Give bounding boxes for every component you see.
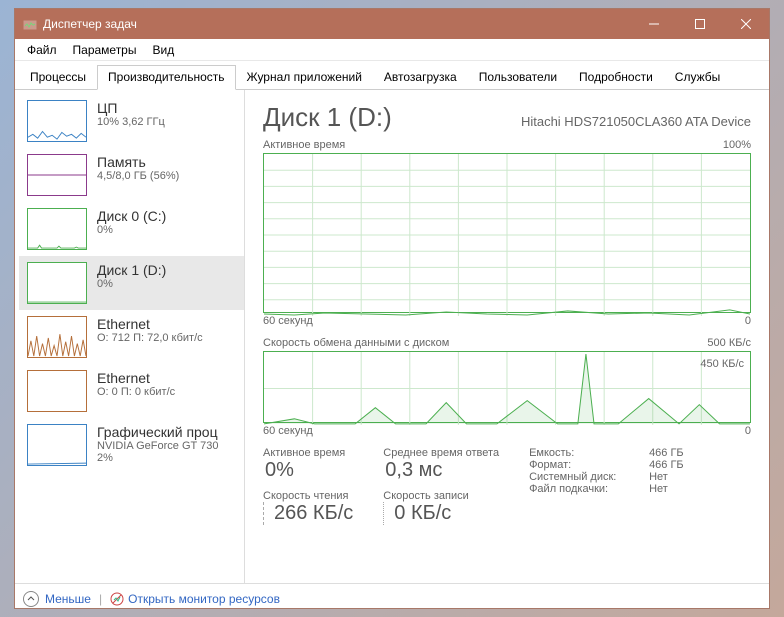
window-controls — [631, 9, 769, 39]
sidebar-item-label: Память — [97, 154, 179, 170]
app-icon — [23, 17, 37, 31]
transfer-rate-graph[interactable]: 450 КБ/с — [263, 351, 751, 423]
sidebar-item-label: Ethernet — [97, 370, 175, 386]
close-button[interactable] — [723, 9, 769, 39]
active-time-value: 0% — [263, 459, 353, 482]
performance-sidebar: ЦП 10% 3,62 ГГц Память 4,5/8,0 ГБ (56%) — [15, 90, 245, 583]
fewer-details-link[interactable]: Меньше — [45, 592, 91, 606]
write-speed-value: 0 КБ/с — [392, 502, 499, 525]
sidebar-item-sub: 0% — [97, 224, 166, 236]
sidebar-item-disk0[interactable]: Диск 0 (C:) 0% — [19, 202, 244, 256]
open-resource-monitor-link[interactable]: Открыть монитор ресурсов — [128, 592, 280, 606]
sidebar-item-disk1[interactable]: Диск 1 (D:) 0% — [19, 256, 244, 310]
sidebar-item-ethernet1[interactable]: Ethernet О: 712 П: 72,0 кбит/с — [19, 310, 244, 364]
graph1-xright: 0 — [745, 315, 751, 327]
graph2-line-label: 450 КБ/с — [700, 358, 744, 370]
gpu-thumb-graph — [27, 424, 87, 466]
system-disk-value: Нет — [649, 471, 668, 483]
eth1-thumb-graph — [27, 316, 87, 358]
active-time-label: Активное время — [263, 447, 353, 459]
resource-monitor-icon — [110, 592, 124, 606]
read-speed-label: Скорость чтения — [263, 490, 353, 502]
separator: | — [99, 592, 102, 606]
sidebar-item-ethernet2[interactable]: Ethernet О: 0 П: 0 кбит/с — [19, 364, 244, 418]
tab-users[interactable]: Пользователи — [468, 65, 568, 89]
tab-services[interactable]: Службы — [664, 65, 731, 89]
pagefile-key: Файл подкачки: — [529, 483, 649, 495]
eth2-thumb-graph — [27, 370, 87, 412]
graph2-xright: 0 — [745, 425, 751, 437]
page-title: Диск 1 (D:) — [263, 102, 392, 133]
menubar: Файл Параметры Вид — [15, 39, 769, 61]
graph2-xleft: 60 секунд — [263, 425, 313, 437]
graph1-max: 100% — [723, 139, 751, 151]
tab-processes[interactable]: Процессы — [19, 65, 97, 89]
sidebar-item-cpu[interactable]: ЦП 10% 3,62 ГГц — [19, 94, 244, 148]
sidebar-item-sub: О: 0 П: 0 кбит/с — [97, 386, 175, 398]
disk0-thumb-graph — [27, 208, 87, 250]
minimize-button[interactable] — [631, 9, 677, 39]
formatted-key: Формат: — [529, 459, 649, 471]
write-speed-label: Скорость записи — [383, 490, 499, 502]
sidebar-item-sub: О: 712 П: 72,0 кбит/с — [97, 332, 203, 344]
window-title: Диспетчер задач — [43, 17, 631, 31]
stats-row: Активное время 0% Скорость чтения 266 КБ… — [263, 447, 751, 525]
tab-apps[interactable]: Журнал приложений — [236, 65, 373, 89]
sidebar-item-sub: 0% — [97, 278, 166, 290]
read-speed-value: 266 КБ/с — [272, 502, 353, 525]
formatted-value: 466 ГБ — [649, 459, 684, 471]
system-disk-key: Системный диск: — [529, 471, 649, 483]
active-time-graph[interactable] — [263, 153, 751, 313]
tab-startup[interactable]: Автозагрузка — [373, 65, 468, 89]
sidebar-item-label: Диск 1 (D:) — [97, 262, 166, 278]
chevron-up-icon[interactable] — [23, 591, 39, 607]
tab-strip: Процессы Производительность Журнал прило… — [15, 65, 769, 90]
maximize-button[interactable] — [677, 9, 723, 39]
memory-thumb-graph — [27, 154, 87, 196]
sidebar-item-memory[interactable]: Память 4,5/8,0 ГБ (56%) — [19, 148, 244, 202]
active-time-section: Активное время 100% 60 секунд 0 — [263, 139, 751, 327]
avg-response-label: Среднее время ответа — [383, 447, 499, 459]
sidebar-item-label: Ethernet — [97, 316, 203, 332]
sidebar-item-sub: 10% 3,62 ГГц — [97, 116, 165, 128]
main-panel: Диск 1 (D:) Hitachi HDS721050CLA360 ATA … — [245, 90, 769, 583]
capacity-key: Емкость: — [529, 447, 649, 459]
sidebar-item-sub: 4,5/8,0 ГБ (56%) — [97, 170, 179, 182]
pagefile-value: Нет — [649, 483, 668, 495]
sidebar-item-label: Графический проц — [97, 424, 218, 440]
tab-performance[interactable]: Производительность — [97, 65, 235, 90]
graph2-max: 500 КБ/с — [707, 337, 751, 349]
avg-response-value: 0,3 мс — [383, 459, 499, 482]
graph1-xleft: 60 секунд — [263, 315, 313, 327]
content-area: ЦП 10% 3,62 ГГц Память 4,5/8,0 ГБ (56%) — [15, 90, 769, 583]
menu-view[interactable]: Вид — [144, 43, 182, 57]
sidebar-item-gpu[interactable]: Графический проц NVIDIA GeForce GT 730 2… — [19, 418, 244, 472]
sidebar-item-sub: NVIDIA GeForce GT 730 2% — [97, 440, 218, 464]
graph1-label: Активное время — [263, 139, 345, 151]
disk-info: Емкость:466 ГБ Формат:466 ГБ Системный д… — [529, 447, 684, 525]
sidebar-item-label: Диск 0 (C:) — [97, 208, 166, 224]
sidebar-item-label: ЦП — [97, 100, 165, 116]
menu-options[interactable]: Параметры — [65, 43, 145, 57]
titlebar[interactable]: Диспетчер задач — [15, 9, 769, 39]
tab-details[interactable]: Подробности — [568, 65, 664, 89]
capacity-value: 466 ГБ — [649, 447, 684, 459]
cpu-thumb-graph — [27, 100, 87, 142]
statusbar: Меньше | Открыть монитор ресурсов — [15, 583, 769, 613]
task-manager-window: Диспетчер задач Файл Параметры Вид Проце… — [14, 8, 770, 609]
device-name: Hitachi HDS721050CLA360 ATA Device — [521, 114, 751, 129]
transfer-rate-section: Скорость обмена данными с диском 500 КБ/… — [263, 337, 751, 437]
menu-file[interactable]: Файл — [19, 43, 65, 57]
disk1-thumb-graph — [27, 262, 87, 304]
graph2-label: Скорость обмена данными с диском — [263, 337, 449, 349]
